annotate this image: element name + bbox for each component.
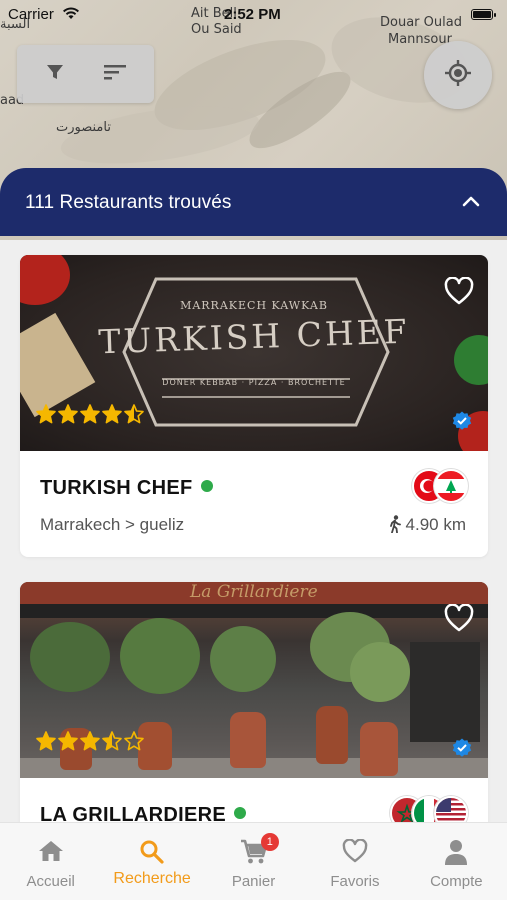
restaurant-location: Marrakech > gueliz: [40, 515, 185, 534]
results-header[interactable]: 111 Restaurants trouvés: [0, 168, 507, 236]
tab-panier[interactable]: 1 Panier: [203, 823, 304, 900]
plant-pot: [316, 706, 348, 764]
logo-top-text: MARRAKECH KAWKAB: [180, 299, 328, 312]
tab-label: Accueil: [26, 873, 75, 890]
star-half-icon: [102, 731, 122, 756]
locate-me-button[interactable]: [424, 41, 492, 109]
restaurant-name-text: TURKISH CHEF: [40, 477, 193, 499]
awning: [20, 604, 488, 618]
favorite-heart-icon[interactable]: [444, 276, 474, 305]
map-label: Ou Said: [191, 22, 242, 37]
rating-stars: [36, 731, 144, 756]
star-half-icon: [124, 404, 144, 429]
person-icon: [444, 839, 468, 870]
verified-badge-icon: [452, 411, 472, 431]
wifi-icon: [62, 7, 80, 25]
walking-icon: [389, 515, 401, 534]
cart-badge: 1: [260, 833, 279, 851]
restaurant-name: TURKISH CHEF: [40, 477, 213, 500]
star-full-icon: [36, 731, 56, 756]
restaurant-photo: MARRAKECH KAWKAB TURKISH CHEF DONER KEBB…: [20, 255, 488, 451]
food-decoration: [20, 255, 70, 305]
heart-icon: [342, 838, 368, 868]
plant-pot: [360, 722, 398, 776]
restaurant-name: LA GRILLARDIERE: [40, 804, 246, 822]
search-icon: [139, 839, 165, 870]
rating-stars: [36, 404, 144, 429]
storefront-window: [410, 642, 480, 742]
crosshair-icon: [444, 59, 472, 92]
star-empty-icon: [124, 731, 144, 756]
chevron-up-icon[interactable]: [459, 190, 483, 214]
tab-accueil[interactable]: Accueil: [0, 823, 101, 900]
results-count: 111 Restaurants trouvés: [25, 192, 232, 213]
plant: [210, 626, 276, 692]
status-bar: Carrier 2:52 PM: [0, 4, 507, 24]
map-label: تامنصورت: [56, 120, 111, 135]
tab-compte[interactable]: Compte: [406, 823, 507, 900]
map-controls: [17, 45, 154, 103]
filter-button[interactable]: [21, 45, 89, 103]
online-status-dot: [233, 807, 246, 819]
battery-icon: [471, 9, 496, 20]
online-status-dot: [200, 480, 213, 492]
tab-label: Recherche: [113, 870, 191, 887]
tab-label: Favoris: [330, 873, 380, 890]
lebanon-flag-icon: [434, 469, 468, 503]
star-full-icon: [58, 404, 78, 429]
plant: [120, 618, 200, 694]
star-full-icon: [80, 731, 100, 756]
logo-bottom-text: DONER KEBBAB · PIZZA · BROCHETTE: [162, 378, 346, 387]
restaurant-card[interactable]: La Grillardiere LA GRILLARDIERE: [20, 582, 488, 822]
funnel-icon: [45, 62, 65, 87]
restaurant-list[interactable]: MARRAKECH KAWKAB TURKISH CHEF DONER KEBB…: [0, 236, 507, 822]
restaurant-name-text: LA GRILLARDIERE: [40, 804, 226, 822]
sort-icon: [104, 64, 126, 85]
bottom-tab-bar: Accueil Recherche 1 Panier Favoris Compt…: [0, 822, 507, 900]
star-full-icon: [102, 404, 122, 429]
star-full-icon: [80, 404, 100, 429]
restaurant-distance: 4.90 km: [388, 515, 466, 535]
tab-label: Panier: [231, 873, 276, 890]
favorite-heart-icon[interactable]: [444, 603, 474, 632]
restaurant-card[interactable]: MARRAKECH KAWKAB TURKISH CHEF DONER KEBB…: [20, 255, 488, 557]
cuisine-flags: [412, 469, 468, 503]
home-icon: [38, 839, 64, 868]
distance-text: 4.90 km: [405, 515, 466, 534]
storefront-text: La Grillardiere: [190, 582, 318, 602]
plant: [350, 642, 410, 702]
cuisine-flags: [390, 796, 468, 822]
logo-main-text: TURKISH CHEF: [97, 311, 411, 362]
verified-badge-icon: [452, 738, 472, 758]
sort-button[interactable]: [81, 45, 149, 103]
carrier-label: Carrier: [8, 6, 54, 23]
plant: [30, 622, 110, 692]
tab-label: Compte: [430, 873, 483, 890]
tab-favoris[interactable]: Favoris: [304, 823, 405, 900]
star-full-icon: [58, 731, 78, 756]
plant-pot: [230, 712, 266, 768]
status-time: 2:52 PM: [224, 6, 281, 23]
star-full-icon: [36, 404, 56, 429]
restaurant-photo: La Grillardiere: [20, 582, 488, 778]
tab-recherche[interactable]: Recherche: [101, 823, 202, 900]
usa-flag-icon: [434, 796, 468, 822]
